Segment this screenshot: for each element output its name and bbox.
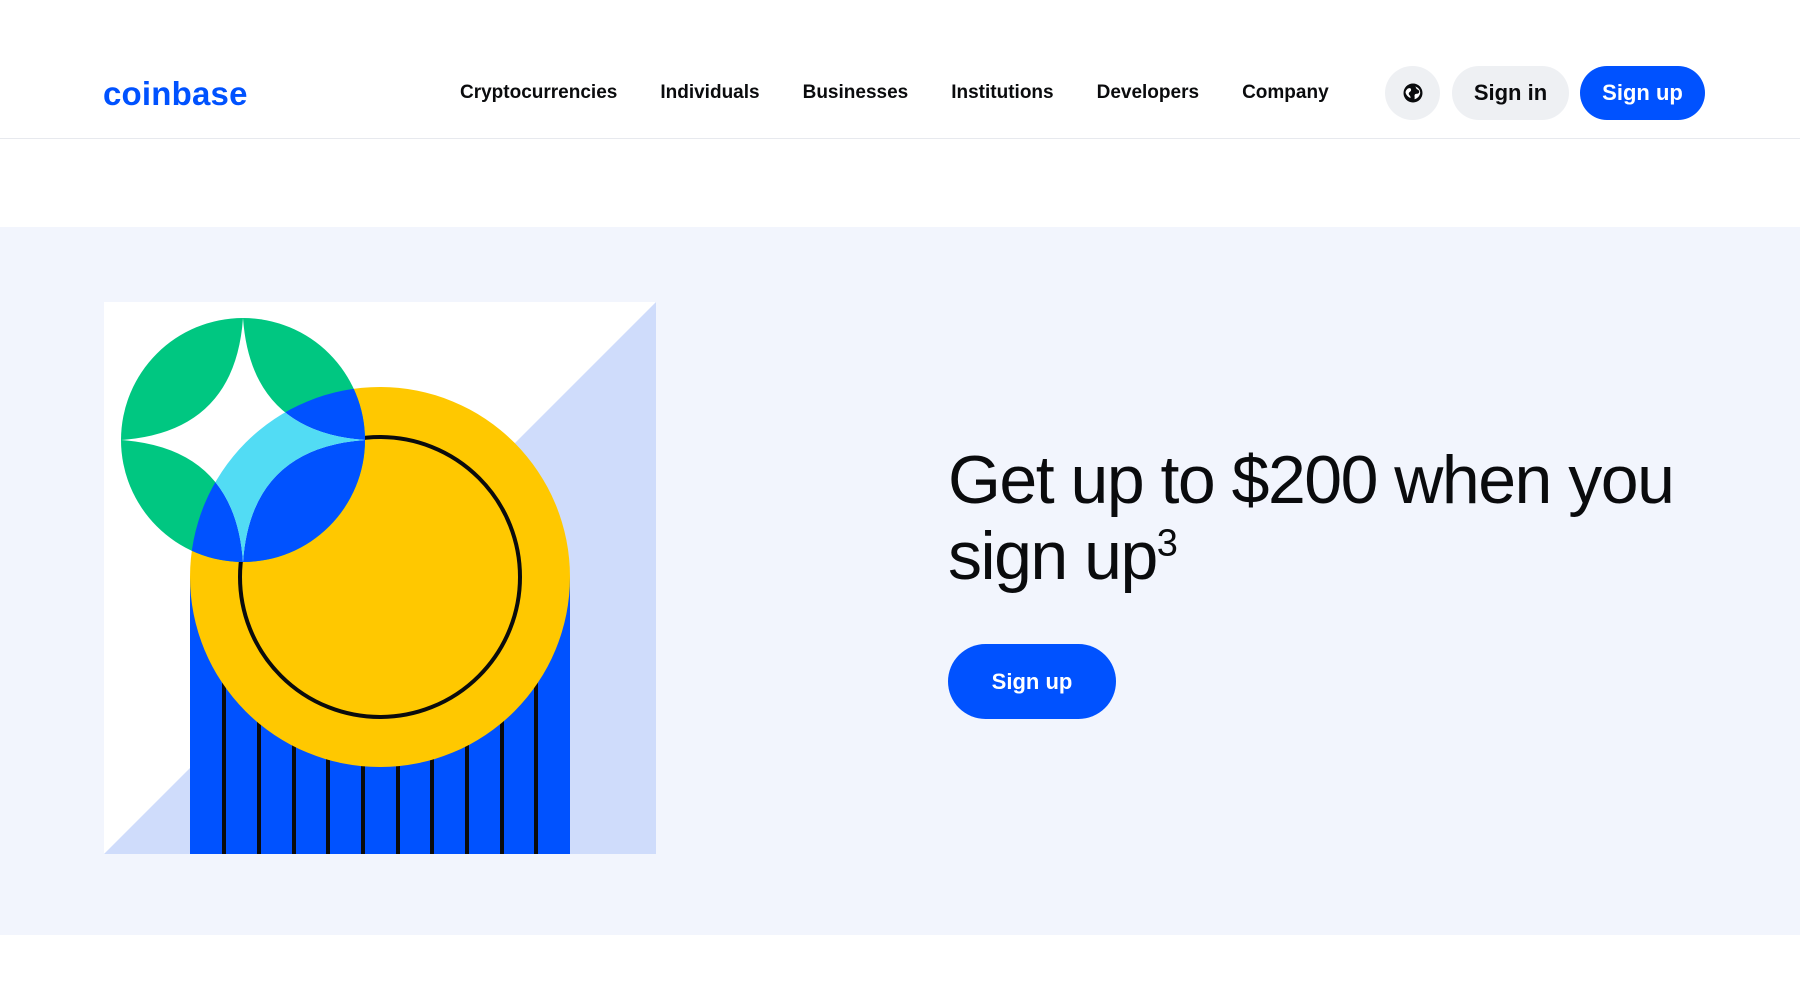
illustration-svg — [104, 302, 656, 854]
nav-item-cryptocurrencies[interactable]: Cryptocurrencies — [460, 82, 617, 104]
nav-item-institutions[interactable]: Institutions — [951, 82, 1053, 104]
sign-up-button[interactable]: Sign up — [1580, 66, 1705, 120]
sign-in-button[interactable]: Sign in — [1452, 66, 1569, 120]
nav-item-developers[interactable]: Developers — [1097, 82, 1199, 104]
coin-sparkle-illustration — [104, 302, 656, 854]
hero-title: Get up to $200 when you sign up3 — [948, 442, 1708, 594]
nav-item-individuals[interactable]: Individuals — [660, 82, 759, 104]
nav-item-company[interactable]: Company — [1242, 82, 1329, 104]
main-nav: Cryptocurrencies Individuals Businesses … — [460, 66, 1329, 119]
page: coinbase Cryptocurrencies Individuals Bu… — [0, 0, 1800, 1000]
hero-title-text: Get up to $200 when you sign up — [948, 442, 1675, 594]
coinbase-logo[interactable]: coinbase — [103, 77, 248, 110]
hero-sign-up-button[interactable]: Sign up — [948, 644, 1116, 719]
globe-icon — [1403, 83, 1422, 103]
language-button[interactable] — [1385, 66, 1440, 120]
hero-section: Get up to $200 when you sign up3 Sign up — [0, 227, 1800, 935]
nav-item-businesses[interactable]: Businesses — [803, 82, 909, 104]
top-navigation-bar: coinbase Cryptocurrencies Individuals Bu… — [0, 66, 1800, 139]
hero-title-footnote[interactable]: 3 — [1157, 522, 1178, 564]
